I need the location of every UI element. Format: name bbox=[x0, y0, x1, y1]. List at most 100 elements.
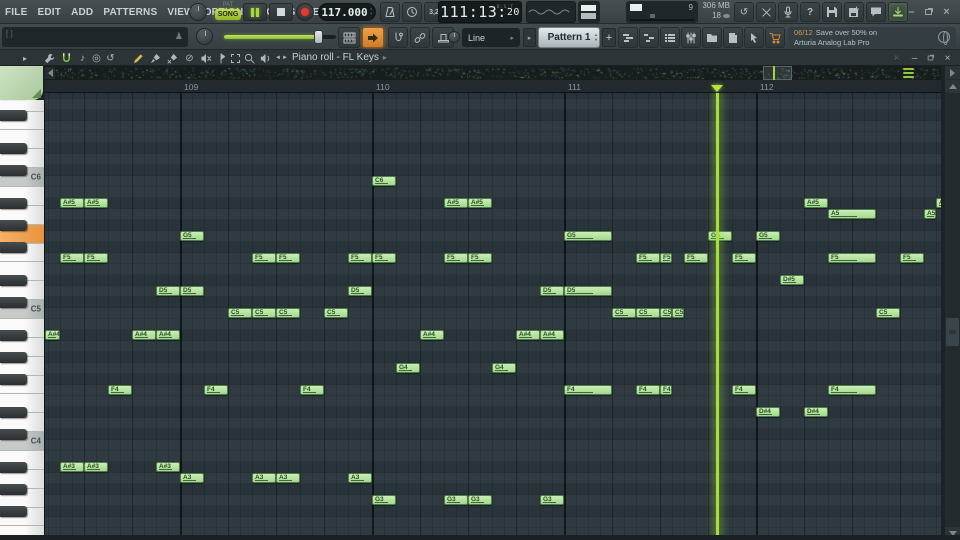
note-F5[interactable]: F5 bbox=[900, 253, 924, 263]
save-new-version-icon[interactable] bbox=[844, 2, 864, 22]
note-C5[interactable]: C5 bbox=[228, 308, 252, 318]
note-F4[interactable]: F4 bbox=[732, 385, 756, 395]
feedback-icon[interactable] bbox=[866, 2, 886, 22]
main-volume-knob[interactable] bbox=[189, 3, 207, 21]
playhead-marker[interactable] bbox=[711, 85, 723, 92]
playlist-icon[interactable] bbox=[618, 27, 638, 48]
link-controller-icon[interactable] bbox=[410, 27, 430, 48]
note-F5[interactable]: F5 bbox=[444, 253, 468, 263]
black-key[interactable] bbox=[0, 407, 27, 418]
note-F5[interactable]: F5 bbox=[828, 253, 876, 263]
note-As3[interactable]: A#3 bbox=[84, 462, 108, 472]
shop-cart-icon[interactable] bbox=[765, 27, 785, 48]
black-key[interactable] bbox=[0, 143, 27, 154]
promo-notification[interactable]: 06/12 Save over 50% on Arturia Analog Lab… bbox=[788, 27, 956, 48]
slider-thumb[interactable] bbox=[314, 30, 323, 44]
browser-icon[interactable] bbox=[702, 27, 722, 48]
piano-roll-restore[interactable] bbox=[924, 51, 937, 65]
song-mode-badge[interactable]: SONG bbox=[215, 9, 241, 20]
note-A5[interactable]: A5 bbox=[924, 209, 936, 219]
note-F5[interactable]: F5 bbox=[636, 253, 660, 263]
note-D5[interactable]: D5 bbox=[348, 286, 372, 296]
quantize-target-icon[interactable]: ◎ bbox=[90, 51, 103, 65]
note-Ds4[interactable]: D#4 bbox=[756, 407, 780, 417]
preview-keyboard-pad[interactable] bbox=[0, 66, 43, 100]
vertical-scrollbar[interactable] bbox=[945, 66, 960, 540]
note-F5[interactable]: F5 bbox=[348, 253, 372, 263]
note-A3[interactable]: A3 bbox=[276, 473, 300, 483]
note-C5[interactable]: C5 bbox=[876, 308, 900, 318]
piano-roll-title[interactable]: Piano roll - FL Keys ▸ bbox=[292, 51, 387, 65]
note-As5[interactable]: A#5 bbox=[84, 198, 108, 208]
help-icon[interactable]: ? bbox=[800, 2, 820, 22]
tools-wrench-icon[interactable] bbox=[42, 51, 57, 65]
piano-roll-titlebar[interactable]: ▸ ♪ ◎ ↺ ⊘ ◄► Piano roll - FL Keys ▸ ⁙ – … bbox=[0, 50, 960, 66]
tempo-spinner[interactable]: ▴ ▾ bbox=[370, 7, 373, 17]
note-As4[interactable]: A#4 bbox=[156, 330, 180, 340]
time-display[interactable]: 111:13:20 B:S:T bbox=[438, 1, 522, 23]
stop-button[interactable] bbox=[269, 3, 293, 21]
note-F4[interactable]: F4 bbox=[204, 385, 228, 395]
save-icon[interactable] bbox=[822, 2, 842, 22]
black-key[interactable] bbox=[0, 297, 27, 308]
menu-item-patterns[interactable]: PATTERNS bbox=[103, 7, 157, 18]
note-F4[interactable]: F4 bbox=[300, 385, 324, 395]
note-G3[interactable]: G3 bbox=[372, 495, 396, 505]
mute-tool-icon[interactable]: ⊘ bbox=[183, 51, 196, 65]
touch-pointer-icon[interactable] bbox=[744, 27, 764, 48]
note-G3[interactable]: G3 bbox=[444, 495, 468, 505]
preview-scroll-left-button[interactable] bbox=[45, 67, 55, 79]
note-F5[interactable]: F5 bbox=[60, 253, 84, 263]
black-key[interactable] bbox=[0, 165, 27, 176]
note-As5[interactable]: A#5 bbox=[936, 198, 941, 208]
note-As3[interactable]: A#3 bbox=[60, 462, 84, 472]
channel-rack-icon[interactable] bbox=[660, 27, 680, 48]
piano-keyboard[interactable]: C6 C5 C4 bbox=[0, 100, 45, 535]
note-C5[interactable]: C5 bbox=[660, 308, 672, 318]
minimize-button[interactable]: – bbox=[905, 5, 918, 18]
note-F4[interactable]: F4 bbox=[636, 385, 660, 395]
note-As5[interactable]: A#5 bbox=[804, 198, 828, 208]
black-key[interactable] bbox=[0, 242, 27, 253]
pattern-spinner[interactable]: ▴ ▾ bbox=[595, 32, 597, 42]
note-C5[interactable]: C5 bbox=[672, 308, 684, 318]
close-button[interactable]: × bbox=[940, 5, 953, 18]
tempo-display[interactable]: 117.000 ▴ ▾ bbox=[318, 3, 376, 21]
scroll-up-button[interactable] bbox=[945, 80, 960, 93]
snap-magnet-icon[interactable] bbox=[59, 51, 74, 65]
auto-scroll-button[interactable] bbox=[362, 27, 384, 48]
preview-view-window[interactable] bbox=[763, 66, 792, 80]
black-key[interactable] bbox=[0, 374, 27, 385]
snap-knob[interactable] bbox=[448, 31, 460, 43]
note-As4[interactable]: A#4 bbox=[132, 330, 156, 340]
note-D5[interactable]: D5 bbox=[540, 286, 564, 296]
note-D5[interactable]: D5 bbox=[180, 286, 204, 296]
note-As4[interactable]: A#4 bbox=[540, 330, 564, 340]
note-G3[interactable]: G3 bbox=[540, 495, 564, 505]
pattern-selector[interactable]: Pattern 1 ▴ ▾ bbox=[538, 27, 600, 48]
note-F5[interactable]: F5 bbox=[372, 253, 396, 263]
note-As4[interactable]: A#4 bbox=[420, 330, 444, 340]
black-key[interactable] bbox=[0, 220, 27, 231]
note-As3[interactable]: A#3 bbox=[156, 462, 180, 472]
note-As4[interactable]: A#4 bbox=[45, 330, 60, 340]
menu-item-file[interactable]: FILE bbox=[5, 7, 27, 18]
oscilloscope-panel[interactable] bbox=[526, 1, 576, 23]
pat-song-toggle[interactable]: PAT SONG bbox=[215, 1, 241, 23]
note-As5[interactable]: A#5 bbox=[444, 198, 468, 208]
brush-tool-icon[interactable] bbox=[148, 51, 163, 65]
note-C6[interactable]: C6 bbox=[372, 176, 396, 186]
note-C5[interactable]: C5 bbox=[636, 308, 660, 318]
detach-icon[interactable]: ⁙ bbox=[890, 51, 904, 65]
cross-arrows-icon[interactable] bbox=[756, 2, 776, 22]
playback-tool-icon[interactable] bbox=[258, 51, 272, 65]
typing-keyboard-icon[interactable] bbox=[338, 27, 360, 48]
snap-selector[interactable]: Line ▸ bbox=[462, 28, 520, 47]
note-F5[interactable]: F5 bbox=[84, 253, 108, 263]
undo-history-icon[interactable]: ↺ bbox=[734, 2, 754, 22]
mixer-icon[interactable] bbox=[681, 27, 701, 48]
note-C5[interactable]: C5 bbox=[276, 308, 300, 318]
note-Ds4[interactable]: D#4 bbox=[804, 407, 828, 417]
shuffle-knob[interactable] bbox=[196, 28, 213, 45]
pat-label[interactable]: PAT bbox=[215, 1, 241, 9]
